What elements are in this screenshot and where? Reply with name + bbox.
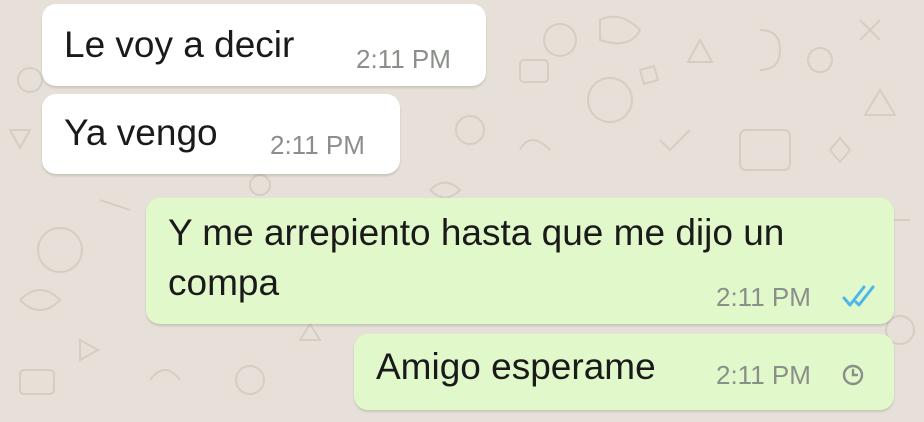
message-text: Ya vengo [64,112,218,153]
clock-pending-icon [840,362,866,388]
message-bubble-outgoing[interactable]: Amigo esperame 2:11 PM [354,334,894,410]
message-bubble-outgoing[interactable]: Y me arrepiento hasta que me dijo un com… [146,198,894,324]
message-text-line: Y me arrepiento hasta que me dijo un [168,212,785,253]
message-time: 2:11 PM [356,44,451,74]
message-bubble-incoming[interactable]: Ya vengo 2:11 PM [42,94,400,174]
message-text: Le voy a decir [64,24,295,65]
message-time: 2:11 PM [716,360,811,390]
message-time: 2:11 PM [270,130,365,160]
message-text: Amigo esperame [376,346,656,387]
message-text-line: compa [168,262,280,303]
double-check-read-icon [840,282,880,310]
message-bubble-incoming[interactable]: Le voy a decir 2:11 PM [42,4,486,86]
message-time: 2:11 PM [716,282,811,312]
